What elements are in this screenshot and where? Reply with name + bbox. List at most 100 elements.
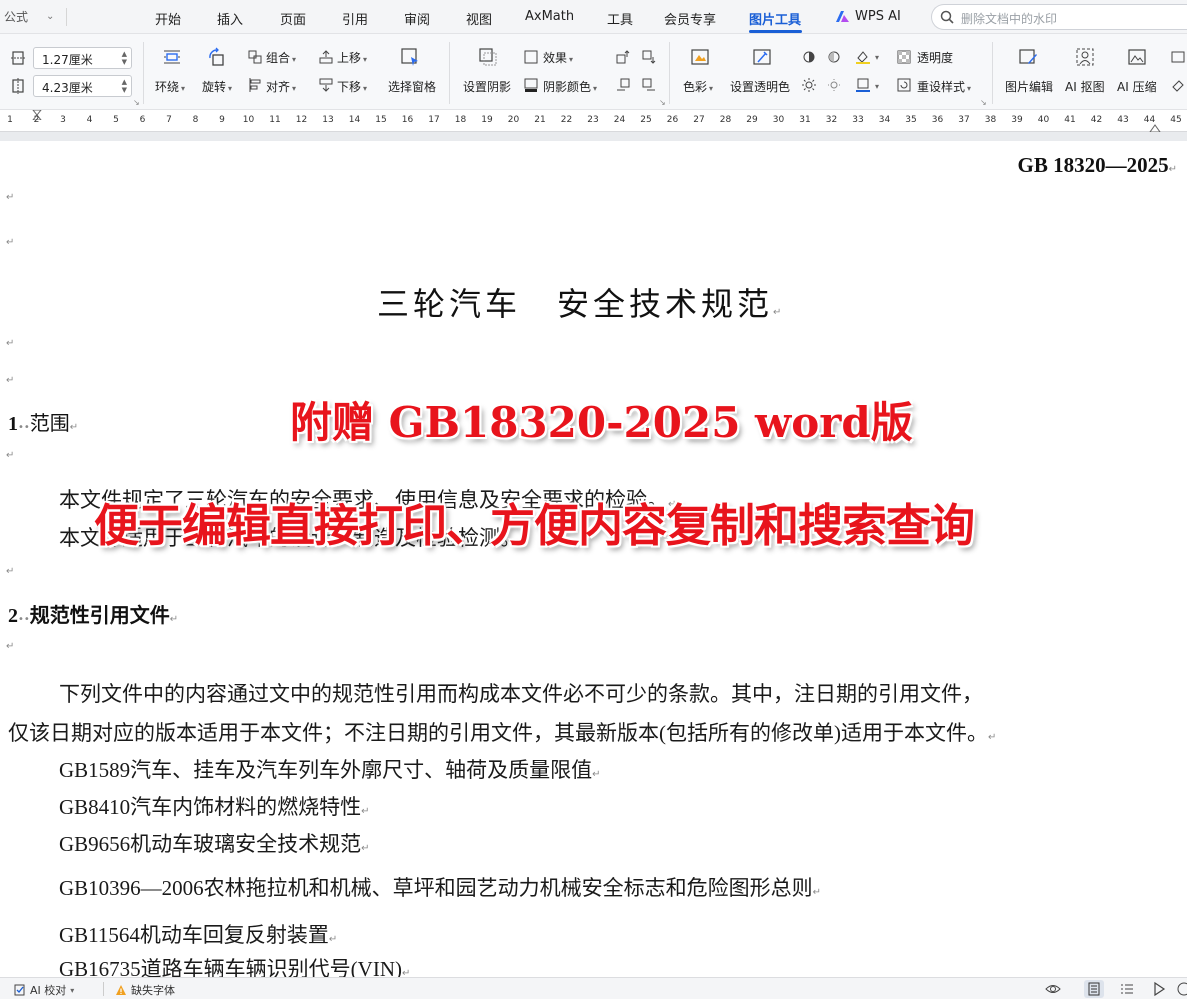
- tab-insert[interactable]: 插入: [217, 9, 243, 28]
- section-number: 2: [8, 605, 18, 627]
- ruler-number: 16: [401, 115, 414, 125]
- shadow-down-icon[interactable]: [642, 50, 656, 64]
- brightness-up-icon[interactable]: [802, 78, 816, 92]
- tab-member[interactable]: 会员专享: [664, 9, 716, 28]
- document-page[interactable]: GB 18320—2025↵ ↵ ↵ 三轮汽车 安全技术规范↵ ↵ ↵ 1••范…: [0, 141, 1187, 977]
- color-icon: [691, 49, 709, 65]
- tab-picture-tools[interactable]: 图片工具: [749, 9, 801, 28]
- shadow-up-icon[interactable]: [616, 50, 630, 64]
- paragraph-mark: ↵: [6, 450, 15, 461]
- page-view-button[interactable]: [1084, 980, 1104, 998]
- width-stepper[interactable]: 1.27厘米 ▲ ▼: [33, 47, 132, 69]
- move-up-button[interactable]: 上移 ▾: [337, 49, 367, 66]
- brightness-down-icon[interactable]: [827, 78, 841, 92]
- image-more-icon[interactable]: [1171, 50, 1185, 64]
- proofread-icon: [14, 984, 25, 996]
- ruler-number: 22: [560, 115, 573, 125]
- set-shadow-button[interactable]: 设置阴影: [463, 78, 511, 95]
- ruler-number: 34: [878, 115, 891, 125]
- effects-button[interactable]: 效果 ▾: [543, 49, 573, 66]
- paragraph-mark: ↵: [6, 192, 15, 203]
- search-box[interactable]: 删除文档中的水印: [931, 4, 1187, 30]
- width-icon: [11, 51, 25, 65]
- ruler-number: 33: [852, 115, 864, 125]
- ruler-number: 38: [984, 115, 997, 125]
- shadow-left-icon[interactable]: [616, 78, 630, 92]
- move-up-icon: [319, 50, 333, 64]
- missing-fonts-button[interactable]: 缺失字体: [115, 982, 175, 998]
- ruler-number: 23: [587, 115, 599, 125]
- ruler-number: 1: [7, 115, 13, 125]
- horizontal-ruler[interactable]: 1 2 3 4 5 6 7 8 9 10 11 12 13 14 15 16 17 18 19 20 21 22 23 24 2…: [0, 110, 1187, 132]
- active-tab-indicator: [749, 30, 802, 33]
- group-button[interactable]: 组合 ▾: [266, 49, 296, 66]
- rotate-button[interactable]: 旋转 ▾: [202, 78, 232, 95]
- eraser-icon[interactable]: [1171, 78, 1185, 92]
- play-icon[interactable]: [1151, 981, 1167, 997]
- search-placeholder: 删除文档中的水印: [961, 12, 1058, 26]
- color-button[interactable]: 色彩 ▾: [683, 78, 713, 95]
- eye-protection-icon[interactable]: [1045, 981, 1061, 997]
- tab-page[interactable]: 页面: [280, 9, 306, 28]
- move-down-icon: [319, 78, 333, 92]
- align-button[interactable]: 对齐 ▾: [266, 78, 296, 95]
- ruler-number: 19: [481, 115, 493, 125]
- paragraph-mark: ↵: [6, 641, 15, 652]
- dialog-launcher-icon[interactable]: ↘: [133, 98, 140, 107]
- tab-review[interactable]: 审阅: [404, 9, 430, 28]
- shadow-color-button[interactable]: 阴影颜色 ▾: [543, 78, 597, 95]
- wrap-button[interactable]: 环绕 ▾: [155, 78, 185, 95]
- transparent-color-icon: [753, 49, 771, 65]
- shadow-icon: [479, 48, 497, 66]
- align-icon: [249, 78, 261, 92]
- width-value: 1.27厘米: [42, 53, 93, 67]
- ruler-number: 14: [348, 115, 361, 125]
- height-stepper[interactable]: 4.23厘米 ▲ ▼: [33, 75, 132, 97]
- ai-proofread-button[interactable]: AI 校对 ▾: [14, 982, 74, 998]
- ruler-number: 41: [1064, 115, 1076, 125]
- outline-color-dropdown[interactable]: ▾: [873, 78, 879, 92]
- ruler-number: 42: [1090, 115, 1103, 125]
- selection-pane-button[interactable]: 选择窗格: [388, 78, 436, 95]
- document-title: 三轮汽车 安全技术规范↵: [377, 285, 786, 323]
- fill-color-dropdown[interactable]: ▾: [873, 49, 879, 63]
- move-down-button[interactable]: 下移 ▾: [337, 78, 367, 95]
- picture-edit-button[interactable]: 图片编辑: [1005, 78, 1053, 95]
- stepper-arrows-icon[interactable]: ▲ ▼: [122, 78, 127, 94]
- set-transparent-color-button[interactable]: 设置透明色: [730, 78, 790, 95]
- reset-style-button[interactable]: 重设样式 ▾: [917, 78, 971, 95]
- tab-wps-ai[interactable]: WPS AI: [855, 9, 901, 24]
- paragraph-mark: ↵: [6, 237, 15, 248]
- contrast-down-icon[interactable]: [827, 50, 841, 64]
- section-title: 范围: [29, 413, 70, 435]
- shadow-color-icon: [524, 78, 538, 92]
- ruler-number: 27: [693, 115, 705, 125]
- tab-axmath[interactable]: AxMath: [525, 9, 574, 24]
- stepper-arrows-icon[interactable]: ▲ ▼: [122, 50, 127, 66]
- tab-view[interactable]: 视图: [466, 9, 492, 28]
- dialog-launcher-icon[interactable]: ↘: [980, 98, 987, 107]
- paragraph-mark: ↵: [6, 338, 15, 349]
- ruler-number: 3: [60, 115, 66, 125]
- tab-references[interactable]: 引用: [342, 9, 368, 28]
- reference-item: GB8410汽车内饰材料的燃烧特性↵: [59, 795, 370, 819]
- wrap-icon: [164, 50, 180, 64]
- shadow-right-icon[interactable]: [642, 78, 656, 92]
- ai-cutout-button[interactable]: AI 抠图: [1065, 78, 1105, 95]
- web-view-icon[interactable]: [1176, 981, 1187, 997]
- section-title: 规范性引用文件: [29, 605, 170, 627]
- formula-menu[interactable]: 公式 ⌄: [4, 8, 54, 25]
- dialog-launcher-icon[interactable]: ↘: [659, 98, 666, 107]
- ai-compress-button[interactable]: AI 压缩: [1117, 78, 1157, 95]
- reference-item: GB10396—2006农林拖拉机和机械、草坪和园艺动力机械安全标志和危险图形总…: [59, 876, 822, 900]
- contrast-up-icon[interactable]: [802, 50, 816, 64]
- ruler-number: 25: [640, 115, 652, 125]
- ruler-number: 45: [1170, 115, 1182, 125]
- tab-tools[interactable]: 工具: [607, 9, 633, 28]
- tab-home[interactable]: 开始: [155, 9, 181, 28]
- divider: [143, 42, 144, 104]
- body-line: 下列文件中的内容通过文中的规范性引用而构成本文件必不可少的条款。其中，注日期的引…: [59, 682, 983, 706]
- outline-view-icon[interactable]: [1119, 981, 1135, 997]
- ruler-number: 20: [507, 115, 520, 125]
- transparency-button[interactable]: 透明度: [917, 49, 953, 66]
